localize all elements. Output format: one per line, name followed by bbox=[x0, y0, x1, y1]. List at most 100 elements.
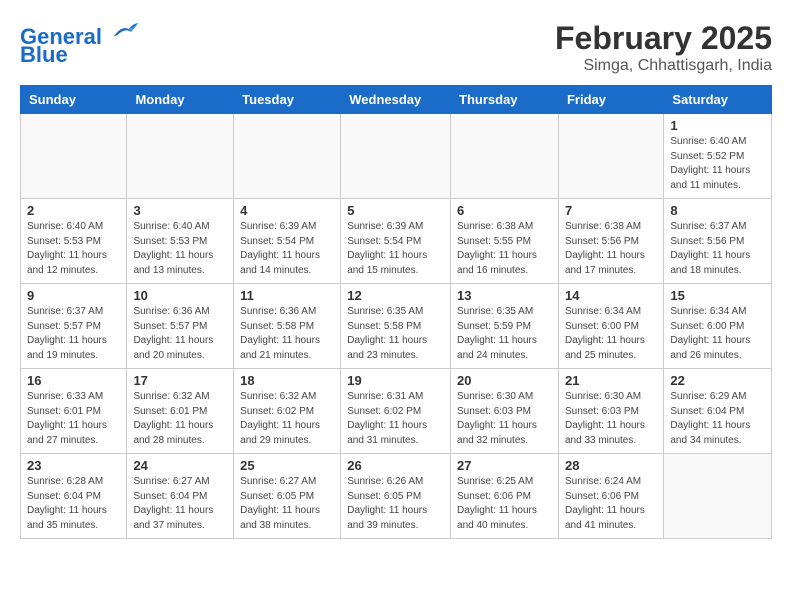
calendar-cell: 24Sunrise: 6:27 AM Sunset: 6:04 PM Dayli… bbox=[127, 454, 234, 539]
day-number: 7 bbox=[565, 203, 657, 218]
day-info: Sunrise: 6:35 AM Sunset: 5:59 PM Dayligh… bbox=[457, 305, 552, 363]
calendar-cell: 17 Sunrise: 6:32 AM Sunset: 6:01 PM Dayli… bbox=[127, 369, 234, 454]
weekday-header-tuesday: Tuesday bbox=[234, 86, 341, 114]
calendar-cell bbox=[21, 114, 127, 199]
day-info: Sunrise: 6:32 AM Sunset: 6:01 PM Dayligh… bbox=[133, 390, 227, 448]
weekday-header-monday: Monday bbox=[127, 86, 234, 114]
day-number: 5 bbox=[347, 203, 444, 218]
calendar-cell: 14 Sunrise: 6:34 AM Sunset: 6:00 PM Dayli… bbox=[558, 284, 663, 369]
day-info: Sunrise: 6:27 AM Sunset: 6:04 PM Dayligh… bbox=[133, 475, 227, 533]
calendar-cell: 13 Sunrise: 6:35 AM Sunset: 5:59 PM Dayli… bbox=[451, 284, 559, 369]
day-number: 11 bbox=[240, 288, 334, 303]
day-info: Sunrise: 6:32 AM Sunset: 6:02 PM Dayligh… bbox=[240, 390, 334, 448]
calendar-cell: 4 Sunrise: 6:39 AM Sunset: 5:54 PM Daylig… bbox=[234, 199, 341, 284]
logo-bird-icon bbox=[110, 20, 140, 44]
calendar-cell bbox=[341, 114, 451, 199]
day-info: Sunrise: 6:40 AM Sunset: 5:53 PM Dayligh… bbox=[27, 220, 120, 278]
week-row-1: 1 Sunrise: 6:40 AM Sunset: 5:52 PM Daylig… bbox=[21, 114, 772, 199]
day-number: 16 bbox=[27, 373, 120, 388]
day-info: Sunrise: 6:27 AM Sunset: 6:05 PM Dayligh… bbox=[240, 475, 334, 533]
day-info: Sunrise: 6:28 AM Sunset: 6:04 PM Dayligh… bbox=[27, 475, 120, 533]
weekday-header-wednesday: Wednesday bbox=[341, 86, 451, 114]
day-info: Sunrise: 6:38 AM Sunset: 5:56 PM Dayligh… bbox=[565, 220, 657, 278]
calendar-cell: 10 Sunrise: 6:36 AM Sunset: 5:57 PM Dayli… bbox=[127, 284, 234, 369]
day-info: Sunrise: 6:37 AM Sunset: 5:56 PM Dayligh… bbox=[670, 220, 765, 278]
calendar-cell bbox=[558, 114, 663, 199]
calendar-cell: 11 Sunrise: 6:36 AM Sunset: 5:58 PM Dayli… bbox=[234, 284, 341, 369]
weekday-header-row: SundayMondayTuesdayWednesdayThursdayFrid… bbox=[21, 86, 772, 114]
day-number: 23 bbox=[27, 458, 120, 473]
day-number: 25 bbox=[240, 458, 334, 473]
title-section: February 2025 Simga, Chhattisgarh, India bbox=[555, 20, 772, 75]
logo: General Blue bbox=[20, 20, 140, 66]
calendar-cell: 5 Sunrise: 6:39 AM Sunset: 5:54 PM Daylig… bbox=[341, 199, 451, 284]
day-number: 10 bbox=[133, 288, 227, 303]
day-number: 15 bbox=[670, 288, 765, 303]
calendar-cell: 3 Sunrise: 6:40 AM Sunset: 5:53 PM Daylig… bbox=[127, 199, 234, 284]
month-title: February 2025 bbox=[555, 20, 772, 57]
calendar-cell: 9Sunrise: 6:37 AM Sunset: 5:57 PM Daylig… bbox=[21, 284, 127, 369]
day-info: Sunrise: 6:26 AM Sunset: 6:05 PM Dayligh… bbox=[347, 475, 444, 533]
week-row-2: 2 Sunrise: 6:40 AM Sunset: 5:53 PM Daylig… bbox=[21, 199, 772, 284]
weekday-header-sunday: Sunday bbox=[21, 86, 127, 114]
location: Simga, Chhattisgarh, India bbox=[555, 57, 772, 75]
day-info: Sunrise: 6:30 AM Sunset: 6:03 PM Dayligh… bbox=[457, 390, 552, 448]
day-info: Sunrise: 6:36 AM Sunset: 5:57 PM Dayligh… bbox=[133, 305, 227, 363]
calendar-cell bbox=[127, 114, 234, 199]
calendar-cell bbox=[451, 114, 559, 199]
calendar-cell: 26Sunrise: 6:26 AM Sunset: 6:05 PM Dayli… bbox=[341, 454, 451, 539]
day-info: Sunrise: 6:38 AM Sunset: 5:55 PM Dayligh… bbox=[457, 220, 552, 278]
day-number: 1 bbox=[670, 118, 765, 133]
calendar-cell bbox=[234, 114, 341, 199]
week-row-3: 9Sunrise: 6:37 AM Sunset: 5:57 PM Daylig… bbox=[21, 284, 772, 369]
day-info: Sunrise: 6:36 AM Sunset: 5:58 PM Dayligh… bbox=[240, 305, 334, 363]
calendar-cell: 22 Sunrise: 6:29 AM Sunset: 6:04 PM Dayli… bbox=[664, 369, 772, 454]
calendar-cell: 21Sunrise: 6:30 AM Sunset: 6:03 PM Dayli… bbox=[558, 369, 663, 454]
week-row-4: 16 Sunrise: 6:33 AM Sunset: 6:01 PM Dayli… bbox=[21, 369, 772, 454]
day-info: Sunrise: 6:25 AM Sunset: 6:06 PM Dayligh… bbox=[457, 475, 552, 533]
day-info: Sunrise: 6:40 AM Sunset: 5:52 PM Dayligh… bbox=[670, 135, 765, 193]
day-number: 8 bbox=[670, 203, 765, 218]
day-number: 2 bbox=[27, 203, 120, 218]
day-info: Sunrise: 6:40 AM Sunset: 5:53 PM Dayligh… bbox=[133, 220, 227, 278]
weekday-header-saturday: Saturday bbox=[664, 86, 772, 114]
day-info: Sunrise: 6:34 AM Sunset: 6:00 PM Dayligh… bbox=[565, 305, 657, 363]
calendar-cell: 27 Sunrise: 6:25 AM Sunset: 6:06 PM Dayli… bbox=[451, 454, 559, 539]
calendar-cell: 8 Sunrise: 6:37 AM Sunset: 5:56 PM Daylig… bbox=[664, 199, 772, 284]
day-number: 12 bbox=[347, 288, 444, 303]
day-info: Sunrise: 6:31 AM Sunset: 6:02 PM Dayligh… bbox=[347, 390, 444, 448]
day-number: 3 bbox=[133, 203, 227, 218]
day-info: Sunrise: 6:24 AM Sunset: 6:06 PM Dayligh… bbox=[565, 475, 657, 533]
calendar-cell: 20 Sunrise: 6:30 AM Sunset: 6:03 PM Dayli… bbox=[451, 369, 559, 454]
calendar-cell: 19Sunrise: 6:31 AM Sunset: 6:02 PM Dayli… bbox=[341, 369, 451, 454]
day-number: 17 bbox=[133, 373, 227, 388]
week-row-5: 23 Sunrise: 6:28 AM Sunset: 6:04 PM Dayli… bbox=[21, 454, 772, 539]
calendar-cell: 28 Sunrise: 6:24 AM Sunset: 6:06 PM Dayli… bbox=[558, 454, 663, 539]
day-number: 14 bbox=[565, 288, 657, 303]
day-number: 18 bbox=[240, 373, 334, 388]
day-number: 4 bbox=[240, 203, 334, 218]
weekday-header-thursday: Thursday bbox=[451, 86, 559, 114]
calendar-cell: 6 Sunrise: 6:38 AM Sunset: 5:55 PM Daylig… bbox=[451, 199, 559, 284]
calendar-cell: 12Sunrise: 6:35 AM Sunset: 5:58 PM Dayli… bbox=[341, 284, 451, 369]
day-number: 20 bbox=[457, 373, 552, 388]
day-info: Sunrise: 6:33 AM Sunset: 6:01 PM Dayligh… bbox=[27, 390, 120, 448]
calendar-cell: 1 Sunrise: 6:40 AM Sunset: 5:52 PM Daylig… bbox=[664, 114, 772, 199]
day-number: 27 bbox=[457, 458, 552, 473]
day-info: Sunrise: 6:30 AM Sunset: 6:03 PM Dayligh… bbox=[565, 390, 657, 448]
day-number: 22 bbox=[670, 373, 765, 388]
day-info: Sunrise: 6:39 AM Sunset: 5:54 PM Dayligh… bbox=[347, 220, 444, 278]
calendar-cell bbox=[664, 454, 772, 539]
calendar-cell: 7 Sunrise: 6:38 AM Sunset: 5:56 PM Daylig… bbox=[558, 199, 663, 284]
calendar-cell: 18 Sunrise: 6:32 AM Sunset: 6:02 PM Dayli… bbox=[234, 369, 341, 454]
day-info: Sunrise: 6:39 AM Sunset: 5:54 PM Dayligh… bbox=[240, 220, 334, 278]
day-number: 28 bbox=[565, 458, 657, 473]
day-number: 13 bbox=[457, 288, 552, 303]
day-number: 6 bbox=[457, 203, 552, 218]
weekday-header-friday: Friday bbox=[558, 86, 663, 114]
calendar-table: SundayMondayTuesdayWednesdayThursdayFrid… bbox=[20, 85, 772, 539]
day-info: Sunrise: 6:37 AM Sunset: 5:57 PM Dayligh… bbox=[27, 305, 120, 363]
day-info: Sunrise: 6:29 AM Sunset: 6:04 PM Dayligh… bbox=[670, 390, 765, 448]
page-header: General Blue February 2025 Simga, Chhatt… bbox=[20, 20, 772, 75]
calendar-cell: 2 Sunrise: 6:40 AM Sunset: 5:53 PM Daylig… bbox=[21, 199, 127, 284]
